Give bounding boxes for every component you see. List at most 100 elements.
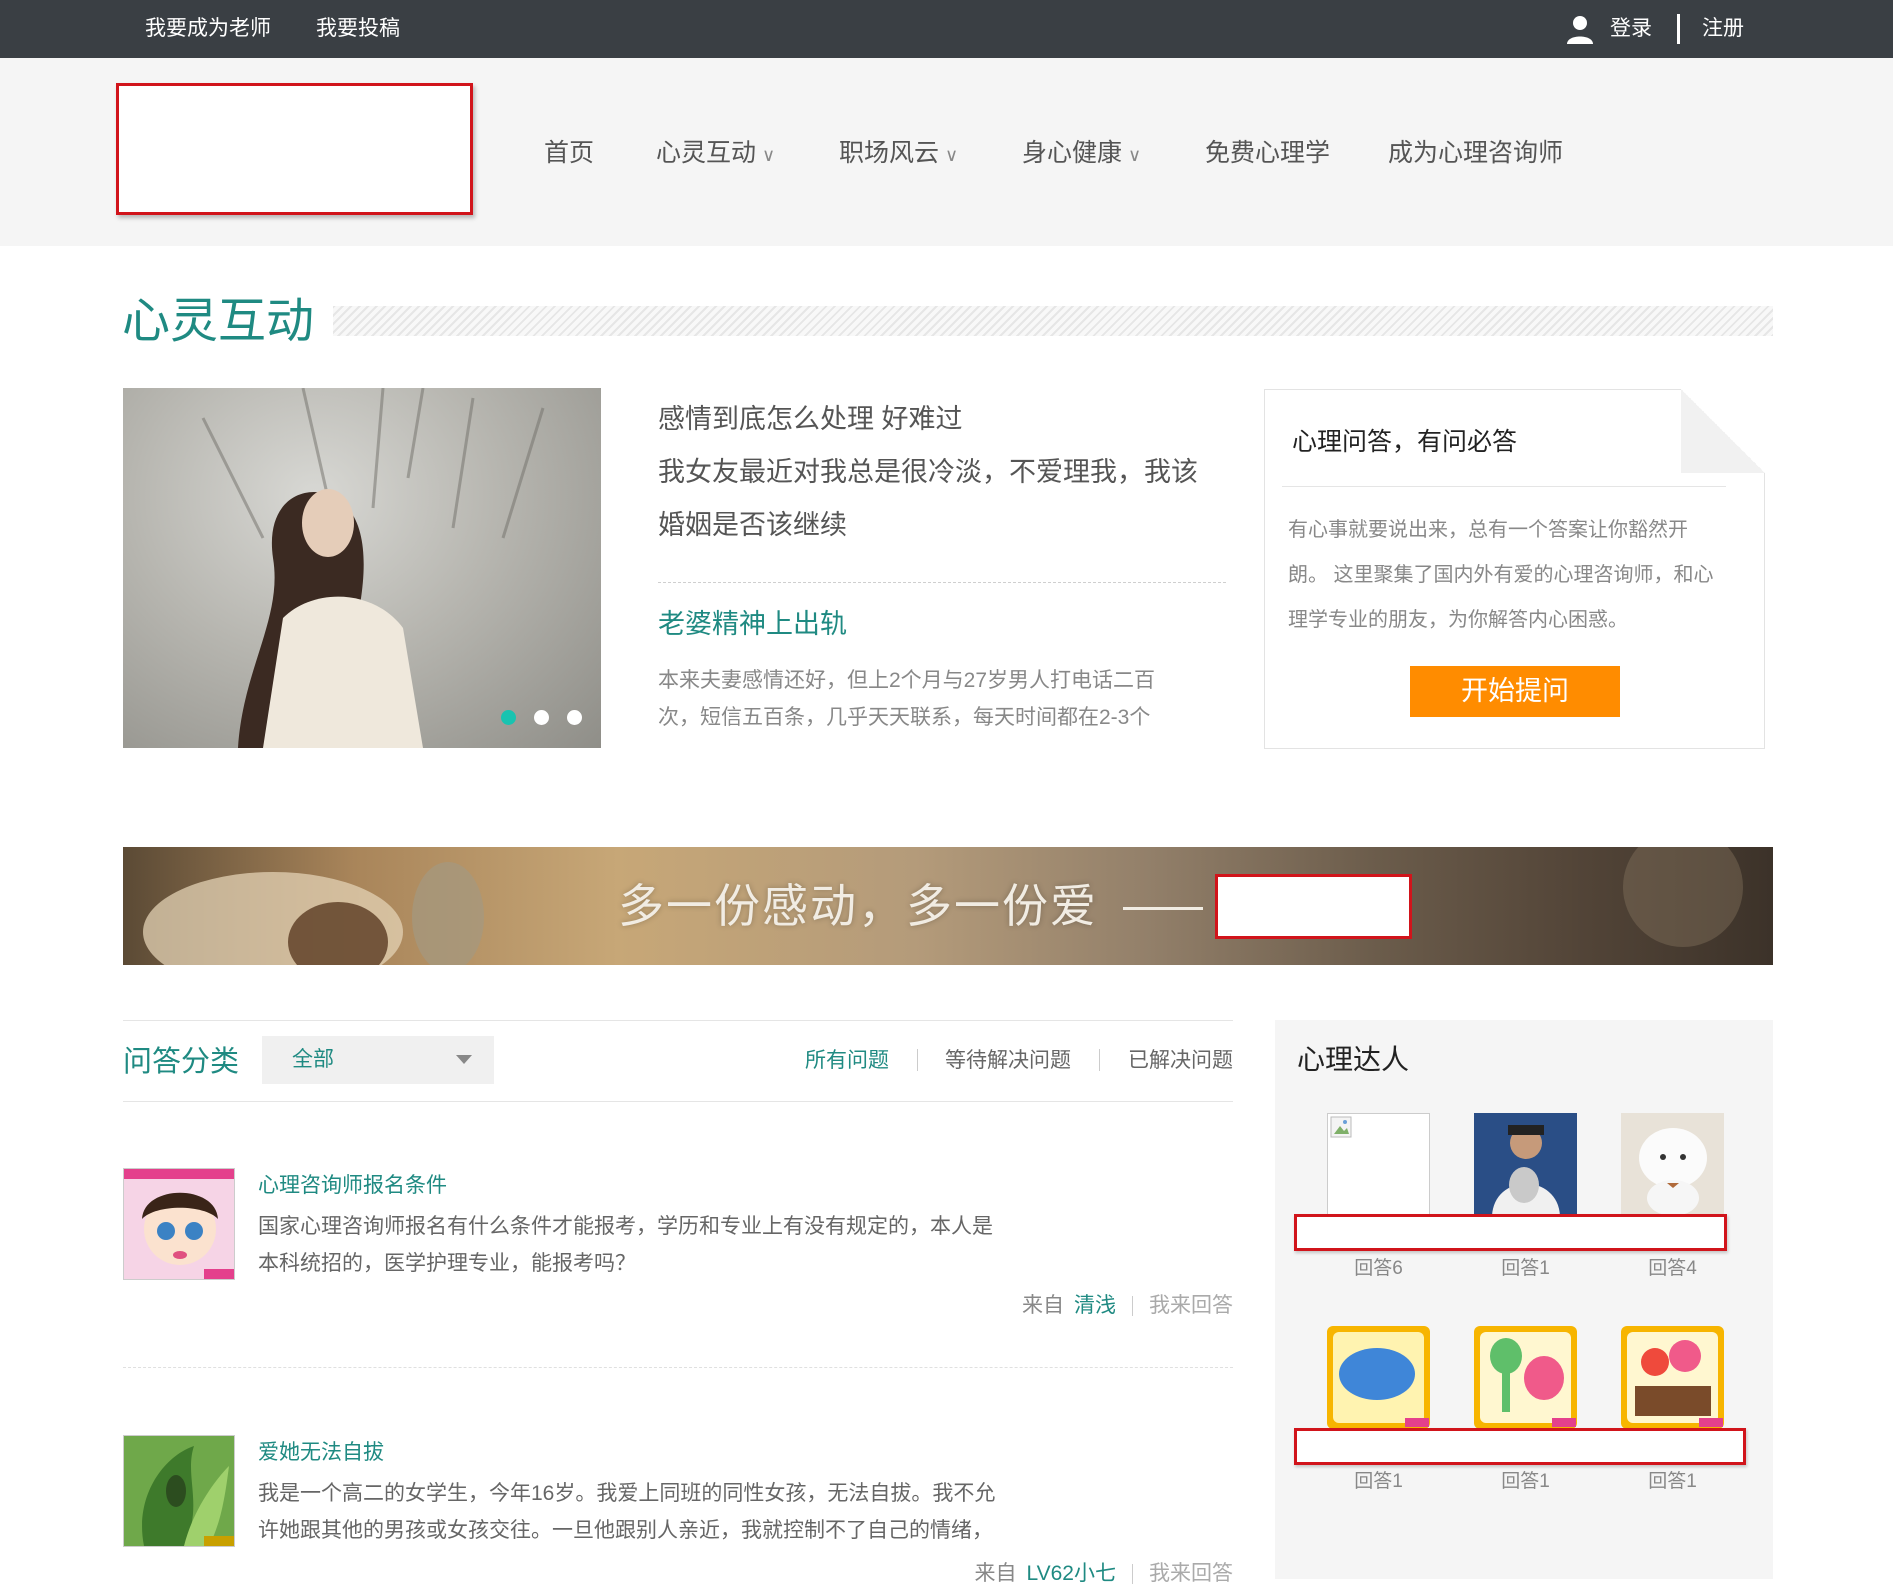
say-club-avatar-icon xyxy=(1327,1326,1430,1429)
question-desc-line: 我是一个高二的女学生，今年16岁。我爱上同班的同性女孩，无法自拔。我不允 xyxy=(258,1482,996,1505)
question-meta: 来自 清浅 我来回答 xyxy=(1022,1289,1233,1323)
expert-answer-count: 回答6 xyxy=(1354,1258,1403,1279)
green-leaf-avatar-icon xyxy=(124,1436,234,1546)
card-corner-fold xyxy=(1681,389,1765,473)
slide-dot-3[interactable] xyxy=(567,710,582,725)
featured-desc-line: 次，短信五百条，几乎天天联系，每天时间都在2-3个 xyxy=(658,706,1151,729)
user-icon[interactable] xyxy=(1564,13,1596,45)
questions-category-title: 问答分类 xyxy=(123,1046,240,1078)
expert-answer-count: 回答4 xyxy=(1648,1258,1697,1279)
meta-divider xyxy=(1132,1296,1133,1317)
expert-answer-count: 回答1 xyxy=(1354,1471,1403,1492)
question-author-link[interactable]: 清浅 xyxy=(1074,1294,1116,1317)
question-avatar[interactable] xyxy=(123,1168,235,1280)
nav-workplace[interactable]: 职场风云 ∨ xyxy=(839,130,958,176)
question-desc: 国家心理咨询师报名有什么条件才能报考，学历和专业上有没有规定的，本人是 本科统招… xyxy=(258,1208,1018,1282)
alien-avatar-icon xyxy=(1474,1326,1577,1429)
featured-question-title[interactable]: 感情到底怎么处理 好难过 我女友最近对我总是很冷淡，不爱理我，我该 婚姻是否该继… xyxy=(658,393,1238,552)
question-desc-line: 许她跟其他的男孩或女孩交往。一旦他跟别人亲近，我就控制不了自己的情绪， xyxy=(258,1519,993,1542)
question-divider xyxy=(123,1367,1233,1368)
white-toy-avatar-icon xyxy=(1621,1113,1724,1216)
dropdown-caret-icon xyxy=(456,1055,472,1064)
question-item: 心理咨询师报名条件 国家心理咨询师报名有什么条件才能报考，学历和专业上有没有规定… xyxy=(123,1168,1233,1338)
expert-avatar-1[interactable] xyxy=(1327,1113,1430,1216)
banner-slogan: 多一份感动，多一份爱 xyxy=(618,880,1098,932)
question-desc-line: 国家心理咨询师报名有什么条件才能报考，学历和专业上有没有规定的，本人是 xyxy=(258,1215,993,1238)
qa-desc-line: 有心事就要说出来，总有一个答案让你豁然开 xyxy=(1288,519,1688,541)
from-label: 来自 xyxy=(974,1562,1017,1585)
featured-slide-image[interactable] xyxy=(123,388,601,748)
expert-avatar-3[interactable] xyxy=(1621,1113,1724,1216)
featured-title-line: 婚姻是否该继续 xyxy=(658,510,847,540)
nav-interaction[interactable]: 心灵互动 ∨ xyxy=(656,130,775,176)
question-meta: 来自 LV62小七 我来回答 xyxy=(975,1557,1234,1591)
slide-dot-2[interactable] xyxy=(534,710,549,725)
nav-label: 免费心理学 xyxy=(1205,139,1331,167)
nav-become-counselor[interactable]: 成为心理咨询师 xyxy=(1388,130,1563,176)
nav-health[interactable]: 身心健康 ∨ xyxy=(1022,130,1141,176)
qa-card-divider xyxy=(1282,486,1726,487)
start-question-button[interactable]: 开始提问 xyxy=(1410,666,1620,717)
nav-label: 心灵互动 xyxy=(656,139,757,167)
chevron-down-icon: ∨ xyxy=(762,145,776,165)
questions-header-top-rule xyxy=(123,1020,1233,1021)
featured-second-title[interactable]: 老婆精神上出轨 xyxy=(658,604,847,644)
questions-header-bottom-rule xyxy=(123,1101,1233,1102)
featured-title-line: 我女友最近对我总是很冷淡，不爱理我，我该 xyxy=(658,457,1198,487)
nav-label: 身心健康 xyxy=(1022,139,1123,167)
topbar-divider xyxy=(1677,14,1680,44)
question-item: 爱她无法自拔 我是一个高二的女学生，今年16岁。我爱上同班的同性女孩，无法自拔。… xyxy=(123,1435,1233,1585)
answer-link[interactable]: 我来回答 xyxy=(1149,1294,1233,1317)
expert-names-placeholder xyxy=(1294,1214,1727,1251)
slogan-banner[interactable]: 多一份感动，多一份爱 xyxy=(123,847,1773,965)
qa-card-desc: 有心事就要说出来，总有一个答案让你豁然开 朗。 这里聚集了国内外有爱的心理咨询师… xyxy=(1288,508,1738,643)
slide-dot-1[interactable] xyxy=(501,710,516,725)
answer-link[interactable]: 我来回答 xyxy=(1149,1562,1233,1585)
question-desc: 我是一个高二的女学生，今年16岁。我爱上同班的同性女孩，无法自拔。我不允 许她跟… xyxy=(258,1475,1018,1549)
nav-home[interactable]: 首页 xyxy=(544,130,594,176)
banner-signature-placeholder xyxy=(1215,874,1412,939)
section-title: 心灵互动 xyxy=(122,295,315,348)
qa-desc-line: 理学专业的朋友，为你解答内心困惑。 xyxy=(1288,609,1628,631)
submit-article-link[interactable]: 我要投稿 xyxy=(316,0,400,58)
meta-divider xyxy=(1132,1564,1133,1585)
qa-desc-line: 朗。 这里聚集了国内外有爱的心理咨询师，和心 xyxy=(1288,564,1714,586)
nav-label: 职场风云 xyxy=(839,139,940,167)
cartoon-girl-avatar-icon xyxy=(124,1169,234,1279)
question-title[interactable]: 爱她无法自拔 xyxy=(258,1435,384,1471)
qa-card-title: 心理问答，有问必答 xyxy=(1292,428,1518,456)
chevron-down-icon: ∨ xyxy=(1128,145,1142,165)
featured-title-line: 感情到底怎么处理 好难过 xyxy=(658,404,963,434)
question-title[interactable]: 心理咨询师报名条件 xyxy=(258,1168,447,1204)
expert-answer-count: 回答1 xyxy=(1648,1471,1697,1492)
category-select-value: 全部 xyxy=(292,1048,334,1071)
expert-avatar-4[interactable] xyxy=(1327,1326,1430,1429)
nav-label: 首页 xyxy=(544,139,595,167)
chevron-down-icon: ∨ xyxy=(945,145,959,165)
expert-avatar-5[interactable] xyxy=(1474,1326,1577,1429)
woman-photo-illustration xyxy=(201,388,545,748)
filter-all-questions[interactable]: 所有问题 xyxy=(805,1044,889,1078)
become-teacher-link[interactable]: 我要成为老师 xyxy=(145,0,271,58)
question-author-link[interactable]: LV62小七 xyxy=(1027,1562,1117,1585)
filter-divider xyxy=(917,1049,918,1071)
logo-placeholder[interactable] xyxy=(116,83,473,215)
login-link[interactable]: 登录 xyxy=(1610,0,1652,58)
nav-free-psychology[interactable]: 免费心理学 xyxy=(1205,130,1330,176)
expert-avatar-6[interactable] xyxy=(1621,1326,1724,1429)
section-title-stripe xyxy=(333,306,1773,336)
filter-pending-questions[interactable]: 等待解决问题 xyxy=(945,1044,1071,1078)
flowers-avatar-icon xyxy=(1621,1326,1724,1429)
from-label: 来自 xyxy=(1022,1294,1064,1317)
experts-title: 心理达人 xyxy=(1297,1044,1410,1075)
expert-answer-count: 回答1 xyxy=(1501,1258,1550,1279)
question-desc-line: 本科统招的，医学护理专业，能报考吗？ xyxy=(258,1252,636,1275)
expert-avatar-2[interactable] xyxy=(1474,1113,1577,1216)
register-link[interactable]: 注册 xyxy=(1702,0,1744,58)
trophy-man-avatar-icon xyxy=(1474,1113,1577,1216)
filter-solved-questions[interactable]: 已解决问题 xyxy=(1128,1044,1233,1078)
expert-names-placeholder xyxy=(1294,1428,1746,1465)
category-select[interactable]: 全部 xyxy=(262,1036,494,1084)
featured-second-desc: 本来夫妻感情还好，但上2个月与27岁男人打电话二百 次，短信五百条，几乎天天联系… xyxy=(658,662,1178,736)
question-avatar[interactable] xyxy=(123,1435,235,1547)
